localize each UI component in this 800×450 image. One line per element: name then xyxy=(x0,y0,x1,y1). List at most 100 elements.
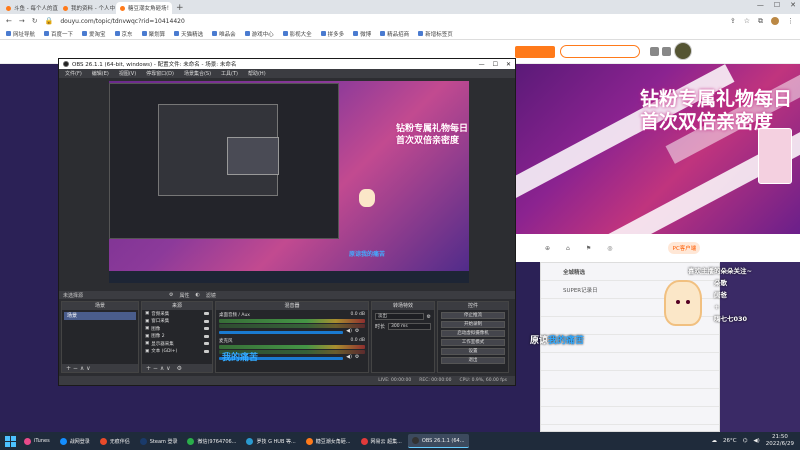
reload-icon[interactable]: ↻ xyxy=(32,17,38,25)
source-item[interactable]: ▣ 窗口采集 xyxy=(142,318,212,326)
obs-close-button[interactable]: ✕ xyxy=(506,61,511,68)
volume-icon[interactable]: ◀) xyxy=(753,438,759,444)
obs-menu-item[interactable]: 编辑(E) xyxy=(92,70,109,77)
extensions-icon[interactable]: ⧉ xyxy=(758,17,763,26)
gear-icon[interactable]: ⚙ xyxy=(169,292,173,298)
browser-tab-0[interactable]: 斗鱼 - 每个人的直播平台✕ xyxy=(2,2,58,14)
taskbar-item[interactable]: 网易云 超集... xyxy=(357,434,406,448)
browser-tab-1[interactable]: 我的资料 - 个人中心 - 斗鱼✕ xyxy=(59,2,115,14)
bookmark-item[interactable]: 微博 xyxy=(353,30,371,38)
source-item[interactable]: ▣ 图像 2 xyxy=(142,333,212,341)
eye-icon[interactable] xyxy=(204,334,209,338)
gift-side-card[interactable] xyxy=(758,128,792,184)
clock[interactable]: 21:50 2022/6/29 xyxy=(766,434,794,448)
list-item[interactable] xyxy=(541,371,719,389)
menu-icon[interactable]: ⋮ xyxy=(787,17,794,25)
weather-temp[interactable]: 26°C xyxy=(723,438,737,444)
search-input[interactable] xyxy=(560,45,640,58)
gear-icon[interactable]: ⚙ xyxy=(355,354,359,360)
screenshot-icon[interactable]: ◎ xyxy=(607,245,612,252)
eye-icon[interactable] xyxy=(204,312,209,316)
transition-select[interactable]: 淡出 xyxy=(375,313,424,320)
eye-icon[interactable] xyxy=(204,319,209,323)
taskbar-item[interactable]: 战网登录 xyxy=(56,434,94,448)
bookmark-item[interactable]: 影视大全 xyxy=(282,30,312,38)
start-button[interactable] xyxy=(2,434,18,448)
back-icon[interactable]: ← xyxy=(6,17,12,25)
taskbar-item[interactable]: 罗技 G HUB 等... xyxy=(242,434,299,448)
gear-icon[interactable]: ⚙ xyxy=(427,314,431,320)
duration-input[interactable]: 300 ms xyxy=(388,323,431,330)
control-button[interactable]: 工作室模式 xyxy=(441,338,505,346)
obs-maximize-button[interactable]: ☐ xyxy=(493,61,498,68)
speaker-icon[interactable]: ◀) xyxy=(346,354,352,360)
control-button[interactable]: 设置 xyxy=(441,347,505,355)
bookmark-item[interactable]: 新增标签页 xyxy=(418,30,453,38)
bookmark-item[interactable]: 精品招商 xyxy=(380,30,409,38)
obs-menu-item[interactable]: 帮助(H) xyxy=(248,70,266,77)
bookmark-item[interactable]: 游戏中心 xyxy=(244,30,274,38)
filters-button[interactable]: 滤镜 xyxy=(206,292,216,299)
browser-tab-2[interactable]: 糖豆潮女角砸场！参与活动领到✕ xyxy=(116,2,172,14)
scenes-footer[interactable]: + − ∧ ∨ xyxy=(62,364,138,372)
bookmark-item[interactable]: 聚划算 xyxy=(141,30,165,38)
douyu-logo[interactable] xyxy=(515,46,555,58)
gear-icon[interactable]: ⚙ xyxy=(177,365,182,372)
scene-item[interactable]: 场景 xyxy=(64,312,136,320)
bookmark-item[interactable]: 唯品会 xyxy=(212,30,236,38)
share-icon[interactable]: ⇪ xyxy=(730,17,736,25)
obs-menu-item[interactable]: 文件(F) xyxy=(65,70,82,77)
eye-icon[interactable] xyxy=(204,327,209,331)
taskbar-item[interactable]: OBS 26.1.1 (64... xyxy=(407,434,469,448)
close-window-button[interactable]: ✕ xyxy=(790,1,796,9)
gear-icon[interactable]: ⚙ xyxy=(355,328,359,334)
control-button[interactable]: 退出 xyxy=(441,356,505,364)
share-icon[interactable]: ⊕ xyxy=(545,245,550,252)
report-icon[interactable]: ⚑ xyxy=(586,245,591,252)
taskbar-item[interactable]: 微信(9764706... xyxy=(183,434,240,448)
obs-preview[interactable]: 钻粉专属礼物每日 首次双倍亲密度 原谅我的痛苦 xyxy=(109,81,469,283)
new-tab-button[interactable]: + xyxy=(176,2,184,14)
minimize-button[interactable]: — xyxy=(757,1,764,9)
control-button[interactable]: 停止推流 xyxy=(441,311,505,319)
weather-icon[interactable]: ☁ xyxy=(712,438,718,444)
profile-avatar[interactable] xyxy=(771,17,779,25)
network-icon[interactable]: ⌬ xyxy=(743,438,748,444)
taskbar-item[interactable]: Steam 登录 xyxy=(136,434,182,448)
bookmark-item[interactable]: 爱淘宝 xyxy=(82,30,106,38)
pc-client-button[interactable]: PC客户端 xyxy=(668,242,701,254)
source-item[interactable]: ▣ 显示器采集 xyxy=(142,340,212,348)
bookmark-item[interactable]: 天猫精选 xyxy=(174,30,203,38)
control-button[interactable]: 开始录制 xyxy=(441,320,505,328)
obs-minimize-button[interactable]: — xyxy=(479,61,485,68)
list-item[interactable] xyxy=(541,407,719,425)
gift-icon[interactable]: ⌂ xyxy=(566,245,570,252)
eye-icon[interactable] xyxy=(204,342,209,346)
obs-menu-item[interactable]: 视图(V) xyxy=(119,70,136,77)
bookmark-item[interactable]: 京东 xyxy=(114,30,133,38)
bookmark-star-icon[interactable]: ☆ xyxy=(744,17,750,25)
control-button[interactable]: 启动虚拟摄像机 xyxy=(441,329,505,337)
taskbar-item[interactable]: 糖豆潮女角砸... xyxy=(302,434,355,448)
taskbar-item[interactable]: iTunes xyxy=(20,434,54,448)
history-icon[interactable] xyxy=(650,47,659,56)
obs-menu-item[interactable]: 停靠窗口(D) xyxy=(146,70,174,77)
source-item[interactable]: ▣ 文本 (GDI+) xyxy=(142,348,212,356)
eye-icon[interactable] xyxy=(204,349,209,353)
bookmark-item[interactable]: 百度一下 xyxy=(44,30,73,38)
url-field[interactable]: douyu.com/topic/tdnvwqc?rid=10414420 xyxy=(60,18,184,25)
sources-footer[interactable]: + − ∧ ∨ ⚙ xyxy=(142,364,212,372)
filter-icon[interactable]: ◐ xyxy=(196,292,200,298)
list-item[interactable] xyxy=(541,353,719,371)
user-avatar[interactable] xyxy=(674,42,692,60)
taskbar-item[interactable]: 无痕伴侣 xyxy=(96,434,134,448)
source-item[interactable]: ▣ 图像 xyxy=(142,325,212,333)
download-icon[interactable] xyxy=(662,47,671,56)
bookmark-item[interactable]: 拼多多 xyxy=(320,30,344,38)
obs-menu-item[interactable]: 工具(T) xyxy=(221,70,238,77)
speaker-icon[interactable]: ◀) xyxy=(346,328,352,334)
bookmark-item[interactable]: 网址导航 xyxy=(6,30,35,38)
maximize-button[interactable]: ☐ xyxy=(774,1,780,9)
volume-slider[interactable] xyxy=(219,330,344,334)
source-item[interactable]: ▣ 音频采集 xyxy=(142,310,212,318)
